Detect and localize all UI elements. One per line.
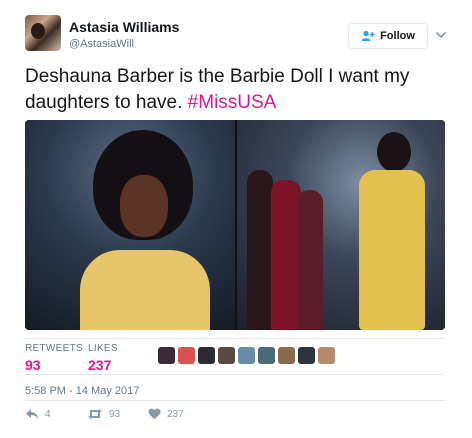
follow-button-label: Follow xyxy=(380,30,415,42)
tweet-header: Astasia Williams @AstasiaWill Follow xyxy=(25,13,450,57)
tweet-text: Deshauna Barber is the Barbie Doll I wan… xyxy=(25,64,455,116)
tweet-timestamp[interactable]: 5:58 PM - 14 May 2017 xyxy=(25,385,139,397)
author-display-name[interactable]: Astasia Williams xyxy=(69,19,179,35)
divider xyxy=(25,338,445,339)
liker-avatars xyxy=(158,347,335,364)
chevron-down-icon[interactable] xyxy=(435,29,447,41)
photo-subject-face xyxy=(120,175,168,237)
photo-subject-dress xyxy=(80,250,210,330)
retweets-stat[interactable]: RETWEETS 93 xyxy=(25,343,83,373)
likes-count: 237 xyxy=(88,357,112,373)
liker-avatar[interactable] xyxy=(178,347,195,364)
retweet-icon xyxy=(88,409,102,419)
likes-label: LIKES xyxy=(88,343,118,354)
liker-avatar[interactable] xyxy=(258,347,275,364)
media-photo-right[interactable] xyxy=(237,120,445,330)
liker-avatar[interactable] xyxy=(318,347,335,364)
retweets-count: 93 xyxy=(25,357,41,373)
author-avatar[interactable] xyxy=(25,15,61,51)
photo-subject-head xyxy=(377,132,411,172)
photo-background-person xyxy=(247,170,273,330)
photo-background-person xyxy=(297,190,323,330)
liker-avatar[interactable] xyxy=(198,347,215,364)
hashtag-link[interactable]: #MissUSA xyxy=(188,92,277,113)
heart-icon xyxy=(148,408,161,419)
like-count: 237 xyxy=(167,408,184,420)
likes-stat[interactable]: LIKES 237 xyxy=(88,343,118,373)
reply-icon xyxy=(26,409,38,419)
photo-subject-gown xyxy=(359,170,425,330)
retweet-action[interactable]: 93 xyxy=(87,408,120,420)
liker-avatar[interactable] xyxy=(158,347,175,364)
divider xyxy=(25,400,445,401)
like-action[interactable]: 237 xyxy=(148,408,184,420)
retweets-label: RETWEETS xyxy=(25,343,83,354)
liker-avatar[interactable] xyxy=(278,347,295,364)
divider xyxy=(25,374,445,375)
reply-action[interactable]: 4 xyxy=(25,408,51,420)
liker-avatar[interactable] xyxy=(238,347,255,364)
tweet-media[interactable] xyxy=(25,120,445,330)
media-photo-left[interactable] xyxy=(25,120,235,330)
author-handle[interactable]: @AstasiaWill xyxy=(69,38,134,50)
reply-count: 4 xyxy=(45,408,51,420)
retweet-count: 93 xyxy=(109,408,121,420)
follow-user-icon xyxy=(361,30,375,41)
liker-avatar[interactable] xyxy=(218,347,235,364)
liker-avatar[interactable] xyxy=(298,347,315,364)
follow-button[interactable]: Follow xyxy=(348,23,428,49)
